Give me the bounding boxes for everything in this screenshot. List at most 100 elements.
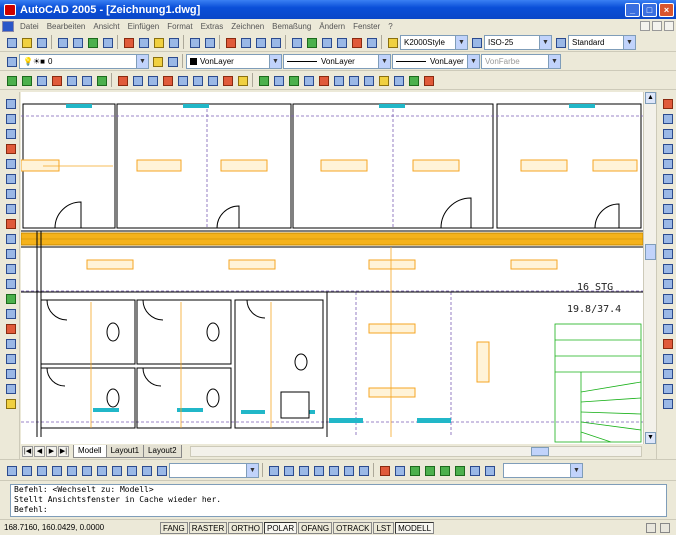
tool-palettes-icon[interactable]	[319, 35, 333, 49]
circle-tool-icon[interactable]	[3, 216, 17, 230]
menu-aendern[interactable]: Ändern	[315, 22, 349, 31]
table-style-select[interactable]: Standard ▼	[568, 34, 636, 50]
view-select[interactable]: ▼	[169, 462, 259, 478]
save-icon[interactable]	[34, 35, 48, 49]
next-tab-icon[interactable]: ▶	[46, 445, 57, 457]
polar-toggle[interactable]: POLAR	[263, 521, 298, 534]
copy-object-icon[interactable]	[660, 111, 674, 125]
command-grip[interactable]	[0, 484, 9, 517]
ucs-icon[interactable]	[266, 463, 280, 477]
fog-icon[interactable]	[482, 463, 496, 477]
redo-icon[interactable]	[202, 35, 216, 49]
paste-icon[interactable]	[151, 35, 165, 49]
zoom-icon[interactable]	[238, 35, 252, 49]
snap-node-icon[interactable]	[220, 73, 234, 87]
arc-icon[interactable]	[3, 201, 17, 215]
match-properties-icon[interactable]	[166, 35, 180, 49]
new-file-icon[interactable]	[4, 35, 18, 49]
scroll-up-icon[interactable]: ▲	[645, 92, 656, 104]
last-tab-icon[interactable]: ▶|	[58, 445, 69, 457]
insert-block-icon[interactable]	[3, 291, 17, 305]
zoom-realtime-icon[interactable]	[392, 463, 406, 477]
line-tool-icon[interactable]	[3, 96, 17, 110]
menu-einfuegen[interactable]: Einfügen	[124, 22, 164, 31]
menu-extras[interactable]: Extras	[197, 22, 228, 31]
lineweight-toggle[interactable]: LST	[373, 521, 395, 534]
spline-icon[interactable]	[3, 246, 17, 260]
3d-polyline-icon[interactable]	[3, 156, 17, 170]
point-icon[interactable]	[94, 73, 108, 87]
insert-block-icon[interactable]	[34, 73, 48, 87]
tray-settings-icon[interactable]	[660, 522, 670, 533]
menu-ansicht[interactable]: Ansicht	[89, 22, 123, 31]
extend-icon[interactable]	[660, 246, 674, 260]
view-se-iso-icon[interactable]	[109, 463, 123, 477]
make-current-icon[interactable]	[150, 54, 164, 68]
scale-icon[interactable]	[660, 201, 674, 215]
layer-previous-icon[interactable]	[165, 54, 179, 68]
dim-style-icon[interactable]	[469, 35, 483, 49]
polyline-icon[interactable]	[3, 141, 17, 155]
view-top-icon[interactable]	[4, 463, 18, 477]
chamfer-icon[interactable]	[660, 306, 674, 320]
join-icon[interactable]	[660, 291, 674, 305]
menu-datei[interactable]: Datei	[16, 22, 43, 31]
dim-diameter-icon[interactable]	[301, 73, 315, 87]
grid-toggle[interactable]: RASTER	[188, 521, 228, 534]
multiline-icon[interactable]	[3, 126, 17, 140]
doc-close-button[interactable]	[664, 21, 674, 31]
orbit-icon[interactable]	[377, 463, 391, 477]
find-icon[interactable]	[100, 35, 114, 49]
construction-line-icon[interactable]	[3, 111, 17, 125]
polygon-icon[interactable]	[3, 171, 17, 185]
scroll-down-icon[interactable]: ▼	[645, 432, 656, 444]
shade-hidden-icon[interactable]	[296, 463, 310, 477]
menu-zeichnen[interactable]: Zeichnen	[227, 22, 268, 31]
revision-cloud-icon[interactable]	[3, 231, 17, 245]
open-file-icon[interactable]	[19, 35, 33, 49]
point-tool-icon[interactable]	[3, 321, 17, 335]
make-block-icon[interactable]	[3, 306, 17, 320]
send-back-icon[interactable]	[660, 381, 674, 395]
shade-flat-icon[interactable]	[311, 463, 325, 477]
menu-format[interactable]: Format	[163, 22, 196, 31]
snap-nearest-icon[interactable]	[235, 73, 249, 87]
snap-center-icon[interactable]	[160, 73, 174, 87]
ucs-select[interactable]: ▼	[503, 462, 583, 478]
table-icon[interactable]	[79, 73, 93, 87]
rotate-icon[interactable]	[660, 186, 674, 200]
dim-baseline-icon[interactable]	[331, 73, 345, 87]
stretch-icon[interactable]	[660, 216, 674, 230]
erase-icon[interactable]	[660, 96, 674, 110]
view-front-icon[interactable]	[64, 463, 78, 477]
scroll-thumb[interactable]	[645, 244, 656, 260]
print-icon[interactable]	[55, 35, 69, 49]
document-icon[interactable]	[2, 20, 14, 32]
dim-style-manager-icon[interactable]	[421, 73, 435, 87]
table-style-icon[interactable]	[553, 35, 567, 49]
sheet-set-icon[interactable]	[334, 35, 348, 49]
snap-midpoint-icon[interactable]	[130, 73, 144, 87]
tab-modell[interactable]: Modell	[73, 444, 107, 458]
snap-intersection-icon[interactable]	[145, 73, 159, 87]
move-icon[interactable]	[660, 171, 674, 185]
hscroll-thumb[interactable]	[531, 447, 549, 456]
break-icon[interactable]	[660, 276, 674, 290]
ortho-toggle[interactable]: ORTHO	[228, 521, 263, 534]
linetype-select[interactable]: VonLayer ▼	[283, 53, 391, 69]
color-select[interactable]: VonLayer ▼	[186, 53, 282, 69]
dim-aligned-icon[interactable]	[271, 73, 285, 87]
text-style-select[interactable]: K2000Style ▼	[400, 34, 468, 50]
view-ne-iso-icon[interactable]	[124, 463, 138, 477]
shade-wireframe-icon[interactable]	[281, 463, 295, 477]
properties-icon[interactable]	[289, 35, 303, 49]
menu-bearbeiten[interactable]: Bearbeiten	[43, 22, 90, 31]
camera-icon[interactable]	[154, 463, 168, 477]
shade-gouraud-edges-icon[interactable]	[356, 463, 370, 477]
landscape-icon[interactable]	[467, 463, 481, 477]
ellipse-arc-icon[interactable]	[3, 276, 17, 290]
dim-linear-icon[interactable]	[256, 73, 270, 87]
table-tool-icon[interactable]	[3, 381, 17, 395]
ellipse-icon[interactable]	[3, 261, 17, 275]
horizontal-scrollbar[interactable]	[190, 446, 642, 457]
